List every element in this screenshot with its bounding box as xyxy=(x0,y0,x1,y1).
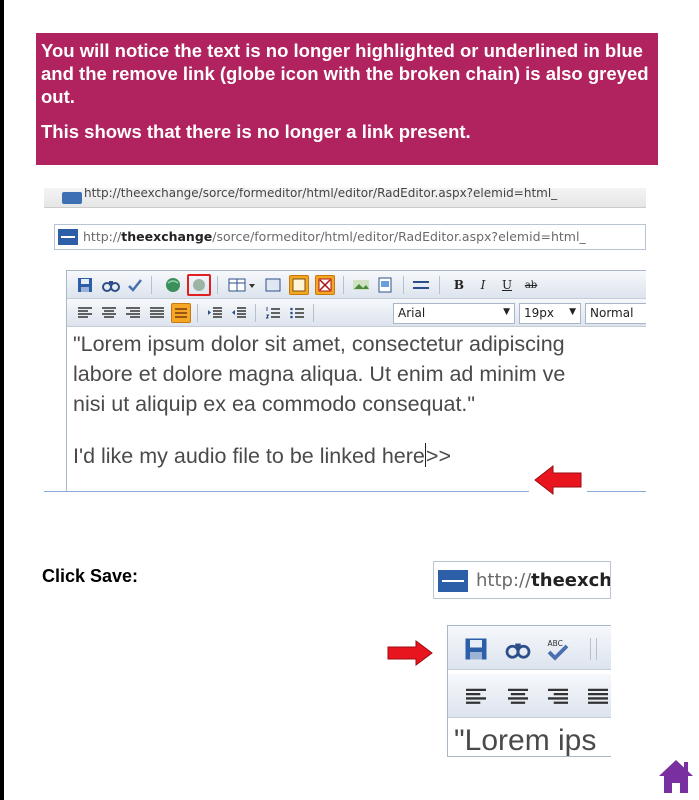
pointer-arrow-left-icon xyxy=(529,462,587,498)
document-icon[interactable] xyxy=(375,275,395,295)
find-icon[interactable] xyxy=(504,635,532,663)
editor-toolbar-top: B I U ab xyxy=(67,271,646,299)
font-name-select[interactable]: Arial ▼ xyxy=(393,303,515,324)
italic-icon[interactable]: I xyxy=(473,275,493,295)
save-icon[interactable] xyxy=(75,275,95,295)
site-favicon-icon xyxy=(58,229,78,245)
align-right-icon[interactable] xyxy=(123,303,143,323)
rich-text-editor: B I U ab Arial ▼ 19px ▼ Normal "Lorem ip… xyxy=(66,270,646,492)
table-icon[interactable] xyxy=(227,275,257,295)
top-url-text: http://theexchange/sorce/formeditor/html… xyxy=(84,188,558,200)
image-manager-icon[interactable] xyxy=(289,275,309,295)
spellcheck-icon[interactable]: ABC xyxy=(544,635,572,663)
pointer-arrow-right-icon xyxy=(387,640,433,666)
align-center-icon[interactable] xyxy=(99,303,119,323)
remove-link-icon[interactable] xyxy=(187,274,211,296)
justify-icon[interactable] xyxy=(584,683,611,711)
editor-toolbar-bottom: Arial ▼ 19px ▼ Normal xyxy=(67,299,646,327)
editor-content-zoomed[interactable]: "Lorem ips xyxy=(454,724,596,756)
browser-url-strip: http://theexchange/sorce/formeditor/html… xyxy=(44,188,646,208)
editor-toolbar-top-zoomed: ABC xyxy=(448,626,611,670)
bold-icon[interactable]: B xyxy=(449,275,469,295)
site-favicon-icon xyxy=(438,570,468,592)
rich-text-editor-zoomed: ABC "Lorem ips xyxy=(447,625,611,757)
underline-icon[interactable]: U xyxy=(497,275,517,295)
save-icon[interactable] xyxy=(462,635,490,663)
spellcheck-icon[interactable] xyxy=(125,275,145,295)
strikethrough-icon[interactable]: ab xyxy=(521,275,541,295)
justify-icon[interactable] xyxy=(147,303,167,323)
editor-toolbar-bottom-zoomed xyxy=(448,674,611,718)
left-border xyxy=(0,0,4,800)
address-bar[interactable]: http://theexchange/sorce/formeditor/html… xyxy=(54,224,646,250)
address-text-zoomed: http://theexch xyxy=(476,570,611,591)
align-left-icon[interactable] xyxy=(75,303,95,323)
bulleted-list-icon[interactable] xyxy=(287,303,307,323)
media-icon[interactable] xyxy=(315,275,335,295)
paragraph-style-select[interactable]: Normal xyxy=(585,303,646,324)
address-text: http://theexchange/sorce/formeditor/html… xyxy=(83,229,586,244)
align-center-icon[interactable] xyxy=(504,683,532,711)
svg-text:ABC: ABC xyxy=(548,639,563,648)
editor-screenshot: http://theexchange/sorce/formeditor/html… xyxy=(44,188,646,514)
body-line-3: nisi ut aliquip ex ea commodo consequat.… xyxy=(73,392,476,416)
hyperlink-icon[interactable] xyxy=(163,275,183,295)
callout-text-2: This shows that there is no longer a lin… xyxy=(41,121,471,142)
font-size-select[interactable]: 19px ▼ xyxy=(519,303,581,324)
callout-box: You will notice the text is no longer hi… xyxy=(36,33,658,165)
image-icon[interactable] xyxy=(351,275,371,295)
favicon-icon xyxy=(62,192,82,204)
address-bar-zoomed[interactable]: http://theexch xyxy=(433,561,611,599)
outdent-icon[interactable] xyxy=(229,303,249,323)
body-line-1: "Lorem ipsum dolor sit amet, consectetur… xyxy=(73,332,565,356)
click-save-label: Click Save: xyxy=(42,566,139,586)
align-none-icon[interactable] xyxy=(171,303,191,323)
horizontal-rule-icon[interactable] xyxy=(411,275,431,295)
find-icon[interactable] xyxy=(101,275,121,295)
home-icon[interactable] xyxy=(657,757,695,795)
align-left-icon[interactable] xyxy=(462,683,490,711)
align-right-icon[interactable] xyxy=(544,683,572,711)
indent-icon[interactable] xyxy=(205,303,225,323)
numbered-list-icon[interactable] xyxy=(263,303,283,323)
body-line-2: labore et dolore magna aliqua. Ut enim a… xyxy=(73,362,566,386)
callout-text-1: You will notice the text is no longer hi… xyxy=(41,40,649,107)
form-icon[interactable] xyxy=(263,275,283,295)
